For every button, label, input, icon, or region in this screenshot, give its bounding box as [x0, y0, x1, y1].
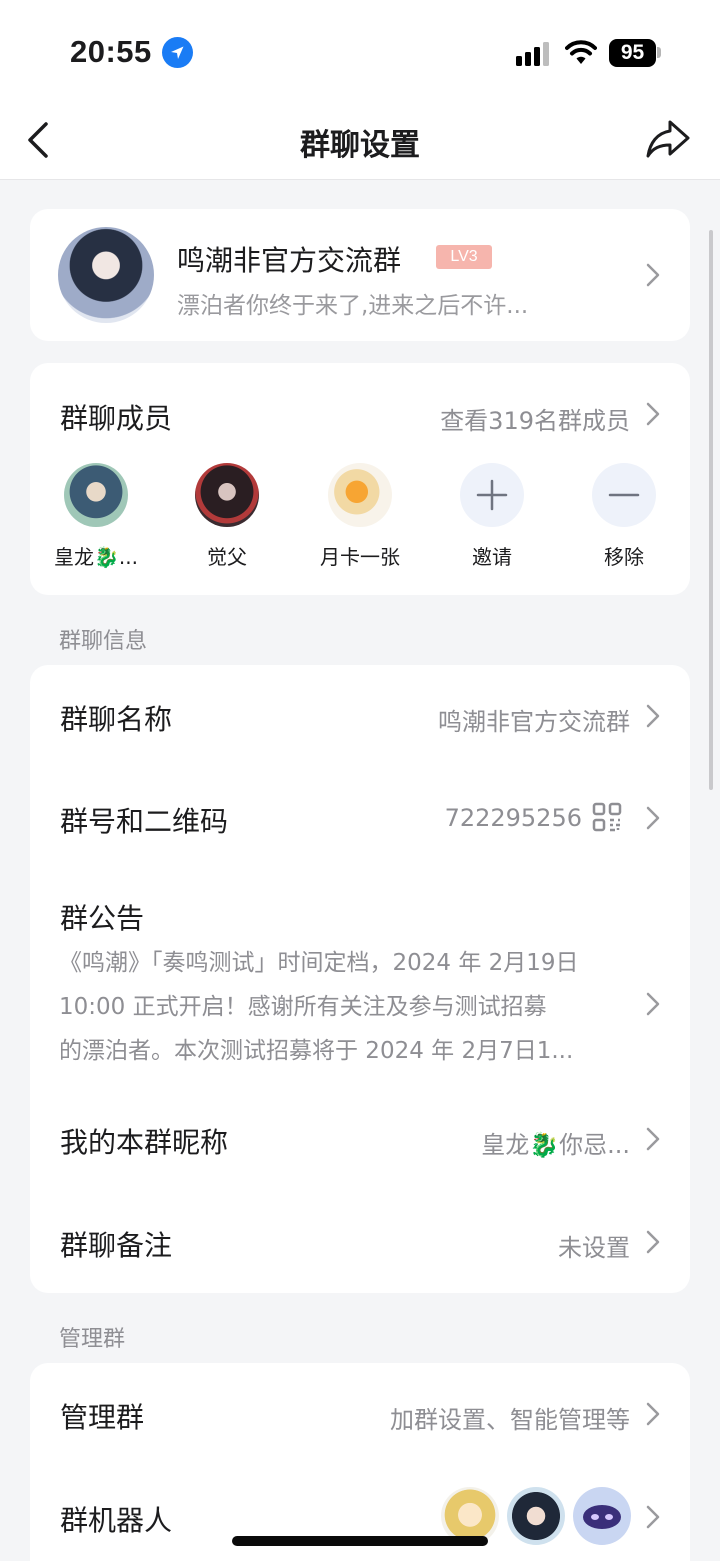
- group-notice-text: 《鸣潮》「奏鸣测试」时间定档，2024 年 2月19日 10:00 正式开启！感…: [59, 941, 619, 1073]
- share-icon[interactable]: [644, 118, 692, 160]
- home-indicator: [232, 1536, 488, 1546]
- members-card: 群聊成员 查看319名群成员 皇龙🐉... 觉父 月卡一张 邀请 移除: [30, 363, 690, 595]
- level-badge: LV3: [436, 245, 492, 269]
- robot-avatar: [507, 1487, 565, 1545]
- minus-icon: [592, 463, 656, 527]
- status-bar: 20:55 95: [0, 0, 720, 100]
- notice-line: 10:00 正式开启！感谢所有关注及参与测试招募: [59, 994, 547, 1020]
- chevron-right-icon: [646, 1230, 660, 1254]
- group-description: 漂泊者你终于来了,进来之后不许...: [177, 293, 529, 319]
- group-profile-card[interactable]: 鸣潮非官方交流群 LV3 漂泊者你终于来了,进来之后不许...: [30, 209, 690, 341]
- qr-code-icon: [592, 802, 622, 832]
- group-remark-label: 群聊备注: [60, 1229, 173, 1262]
- robot-avatar: [573, 1487, 631, 1545]
- group-remark-value: 未设置: [558, 1234, 630, 1262]
- member-item[interactable]: 皇龙🐉...: [26, 463, 166, 570]
- chevron-right-icon: [646, 1505, 660, 1529]
- member-avatar: [64, 463, 128, 527]
- group-name: 鸣潮非官方交流群: [177, 244, 402, 277]
- view-all-members-link[interactable]: 查看319名群成员: [440, 401, 630, 436]
- group-name-value: 鸣潮非官方交流群: [438, 708, 630, 736]
- group-notice-label: 群公告: [60, 902, 145, 935]
- member-item[interactable]: 觉父: [157, 463, 297, 570]
- chevron-right-icon: [646, 1127, 660, 1151]
- chevron-right-icon: [646, 704, 660, 728]
- notice-line: 的漂泊者。本次测试招募将于 2024 年 2月7日1...: [59, 1038, 574, 1064]
- group-id-value: 722295256: [444, 804, 582, 832]
- manage-group-value: 加群设置、智能管理等: [390, 1406, 630, 1434]
- my-nickname-label: 我的本群昵称: [60, 1126, 229, 1159]
- chevron-right-icon: [646, 1402, 660, 1426]
- manage-card: 管理群 加群设置、智能管理等 群机器人: [30, 1363, 690, 1561]
- group-avatar: [58, 227, 154, 323]
- group-name-label: 群聊名称: [60, 703, 173, 736]
- member-name: 月卡一张: [320, 545, 400, 569]
- signal-icon: [516, 42, 552, 66]
- members-title: 群聊成员: [60, 402, 173, 435]
- chevron-right-icon: [646, 806, 660, 830]
- group-info-card: 群聊名称 鸣潮非官方交流群 群号和二维码 722295256 群公告 《鸣潮》「…: [30, 665, 690, 1293]
- section-label-info: 群聊信息: [59, 629, 148, 654]
- chevron-right-icon: [646, 992, 660, 1016]
- member-name: 觉父: [207, 545, 247, 569]
- status-time: 20:55: [70, 34, 152, 69]
- manage-group-label: 管理群: [60, 1401, 145, 1434]
- page-title: 群聊设置: [300, 128, 420, 163]
- battery-icon: 95: [609, 39, 656, 67]
- remove-label: 移除: [604, 545, 644, 569]
- plus-icon: [460, 463, 524, 527]
- scrollbar[interactable]: [709, 230, 713, 790]
- wifi-icon: [565, 38, 597, 66]
- chevron-right-icon: [646, 263, 660, 287]
- my-nickname-value: 皇龙🐉你忌...: [481, 1131, 630, 1159]
- member-avatar: [195, 463, 259, 527]
- member-item[interactable]: 月卡一张: [290, 463, 430, 570]
- member-avatar: [328, 463, 392, 527]
- nav-bar: 群聊设置: [0, 100, 720, 180]
- member-name: 皇龙🐉...: [54, 545, 138, 569]
- notice-line: 《鸣潮》「奏鸣测试」时间定档，2024 年 2月19日: [59, 950, 579, 976]
- battery-cap: [657, 47, 661, 58]
- section-label-manage: 管理群: [59, 1327, 126, 1352]
- group-robot-label: 群机器人: [60, 1504, 173, 1537]
- group-id-label: 群号和二维码: [60, 805, 229, 838]
- remove-button[interactable]: 移除: [554, 463, 694, 570]
- location-icon: [162, 37, 193, 68]
- invite-label: 邀请: [472, 545, 512, 569]
- invite-button[interactable]: 邀请: [422, 463, 562, 570]
- chevron-right-icon: [646, 402, 660, 426]
